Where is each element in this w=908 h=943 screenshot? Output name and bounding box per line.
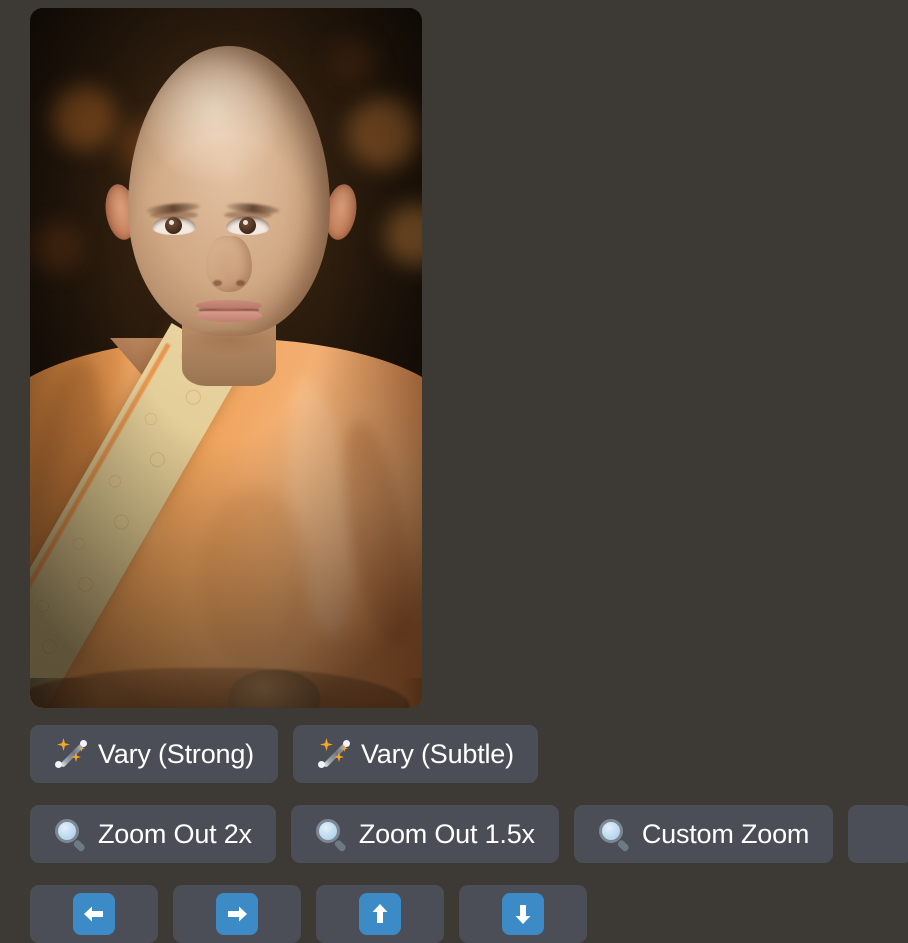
image-vignette: [30, 8, 422, 708]
magnifier-icon: [598, 817, 632, 853]
vary-subtle-label: Vary (Subtle): [360, 738, 514, 769]
vary-strong-button[interactable]: Vary (Strong): [30, 725, 278, 783]
magnifier-icon: [315, 817, 349, 853]
zoom-out-2x-label: Zoom Out 2x: [98, 818, 252, 849]
pan-left-button[interactable]: [30, 885, 158, 943]
arrow-down-icon: [502, 893, 544, 935]
clipped-action-button[interactable]: [848, 805, 908, 863]
preview-image-canvas: [30, 8, 422, 708]
zoom-out-2x-button[interactable]: Zoom Out 2x: [30, 805, 276, 863]
arrow-up-icon: [359, 893, 401, 935]
zoom-out-1-5x-label: Zoom Out 1.5x: [358, 818, 535, 849]
zoom-button-row: Zoom Out 2x Zoom Out 1.5x Custom Zoom: [30, 805, 908, 863]
vary-strong-label: Vary (Strong): [98, 738, 254, 769]
pan-down-button[interactable]: [459, 885, 587, 943]
custom-zoom-button[interactable]: Custom Zoom: [573, 805, 834, 863]
vary-button-row: Vary (Strong) Vary (Subtle): [30, 725, 538, 783]
arrow-right-icon: [216, 893, 258, 935]
magic-wand-icon: [317, 737, 351, 771]
pan-right-button[interactable]: [173, 885, 301, 943]
magic-wand-icon: [54, 737, 88, 771]
vary-subtle-button[interactable]: Vary (Subtle): [292, 725, 538, 783]
magnifier-icon: [54, 817, 88, 853]
image-result-panel: Vary (Strong) Vary (Subtle) Zoom Out 2x: [0, 0, 908, 943]
pan-button-row: [30, 885, 587, 943]
zoom-out-1-5x-button[interactable]: Zoom Out 1.5x: [290, 805, 559, 863]
arrow-left-icon: [73, 893, 115, 935]
custom-zoom-label: Custom Zoom: [641, 818, 810, 849]
pan-up-button[interactable]: [316, 885, 444, 943]
generated-image-preview[interactable]: [30, 8, 422, 708]
